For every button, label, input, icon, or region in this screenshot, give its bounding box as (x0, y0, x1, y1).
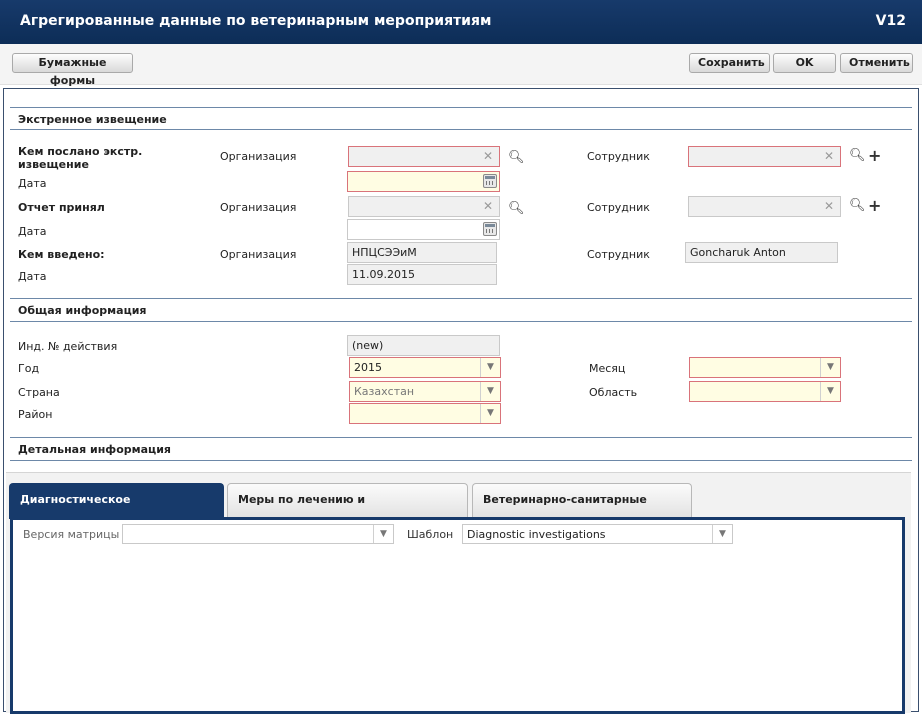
chevron-down-icon[interactable]: ▼ (820, 358, 840, 377)
calendar-icon[interactable] (483, 222, 497, 236)
search-icon[interactable]: 🔍︎ (508, 201, 525, 216)
template-value: Diagnostic investigations (467, 528, 606, 541)
report-received-label: Отчет принял (18, 201, 105, 214)
month-label: Месяц (589, 362, 626, 375)
template-select[interactable]: Diagnostic investigations ▼ (462, 524, 733, 544)
sent-by-date-field[interactable] (347, 171, 500, 192)
entered-org-label: Организация (220, 248, 297, 261)
clear-icon[interactable]: ✕ (483, 197, 493, 216)
month-select[interactable]: ▼ (689, 357, 841, 378)
ok-button[interactable]: OK (773, 53, 836, 73)
search-icon[interactable]: 🔍︎ (849, 198, 866, 213)
search-icon[interactable]: 🔍︎ (508, 150, 525, 165)
section-divider (10, 460, 912, 461)
action-id-field: (new) (347, 335, 500, 356)
entered-date-field: 11.09.2015 (347, 264, 497, 285)
clear-icon[interactable]: ✕ (483, 147, 493, 166)
toolbar: Бумажные формы Сохранить OK Отменить (0, 44, 922, 87)
year-label: Год (18, 362, 40, 375)
tab-treatment-prevention[interactable]: Меры по лечению и профилактике (227, 483, 468, 538)
version-label: V12 (875, 13, 906, 29)
add-icon[interactable]: + (868, 146, 881, 165)
emergency-section-title: Экстренное извещение (18, 113, 167, 126)
entered-by-label: Кем введено: (18, 248, 105, 261)
entered-employee-field: Goncharuk Anton (685, 242, 838, 263)
sent-by-label: Кем послано экстр. извещение (18, 145, 143, 171)
region-select[interactable]: ▼ (689, 381, 841, 402)
sent-by-org-label: Организация (220, 150, 297, 163)
section-divider (10, 107, 912, 108)
sent-by-employee-field[interactable]: ✕ (688, 146, 841, 167)
report-org-label: Организация (220, 201, 297, 214)
tab-diagnostic[interactable]: Диагностическое исследование (9, 483, 224, 538)
diagnostic-tab-panel: Версия матрицы ▼ Шаблон Diagnostic inves… (10, 517, 905, 714)
report-date-field[interactable] (347, 219, 500, 240)
report-employee-field[interactable]: ✕ (688, 196, 841, 217)
general-section-title: Общая информация (18, 304, 147, 317)
chevron-down-icon[interactable]: ▼ (480, 404, 500, 423)
detail-tab-area: Диагностическое исследование Меры по леч… (6, 472, 911, 714)
entered-org-field: НПЦСЭЭиМ (347, 242, 497, 263)
clear-icon[interactable]: ✕ (824, 147, 834, 166)
matrix-version-label: Версия матрицы (23, 528, 120, 541)
add-icon[interactable]: + (868, 196, 881, 215)
chevron-down-icon[interactable]: ▼ (480, 358, 500, 377)
report-date-label: Дата (18, 225, 47, 238)
chevron-down-icon[interactable]: ▼ (820, 382, 840, 401)
region-label: Область (589, 386, 638, 399)
paper-forms-button[interactable]: Бумажные формы (12, 53, 133, 87)
entered-date-label: Дата (18, 270, 47, 283)
country-value: Казахстан (354, 385, 415, 398)
tab-sanitary-measures[interactable]: Ветеринарно-санитарные меры (472, 483, 692, 538)
sent-by-org-field[interactable]: ✕ (348, 146, 500, 167)
section-divider (10, 437, 912, 438)
matrix-version-select[interactable]: ▼ (122, 524, 394, 544)
section-divider (10, 129, 912, 130)
window-title: Агрегированные данные по ветеринарным ме… (20, 13, 492, 29)
report-employee-label: Сотрудник (587, 201, 650, 214)
calendar-icon[interactable] (483, 174, 497, 188)
country-select[interactable]: Казахстан ▼ (349, 381, 501, 402)
year-select[interactable]: 2015 ▼ (349, 357, 501, 378)
search-icon[interactable]: 🔍︎ (849, 148, 866, 163)
section-divider (10, 298, 912, 299)
district-select[interactable]: ▼ (349, 403, 501, 424)
template-label: Шаблон (407, 528, 454, 541)
action-id-label: Инд. № действия (18, 340, 118, 353)
chevron-down-icon[interactable]: ▼ (480, 382, 500, 401)
cancel-button[interactable]: Отменить (840, 53, 913, 73)
chevron-down-icon[interactable]: ▼ (373, 525, 393, 543)
detail-section-title: Детальная информация (18, 443, 171, 456)
sent-by-date-label: Дата (18, 177, 47, 190)
save-button[interactable]: Сохранить (689, 53, 770, 73)
section-divider (10, 321, 912, 322)
window-title-bar: Агрегированные данные по ветеринарным ме… (0, 0, 922, 44)
country-label: Страна (18, 386, 60, 399)
entered-employee-label: Сотрудник (587, 248, 650, 261)
clear-icon[interactable]: ✕ (824, 197, 834, 216)
district-label: Район (18, 408, 53, 421)
chevron-down-icon[interactable]: ▼ (712, 525, 732, 543)
year-value: 2015 (354, 361, 382, 374)
sent-by-employee-label: Сотрудник (587, 150, 650, 163)
report-org-field[interactable]: ✕ (348, 196, 500, 217)
